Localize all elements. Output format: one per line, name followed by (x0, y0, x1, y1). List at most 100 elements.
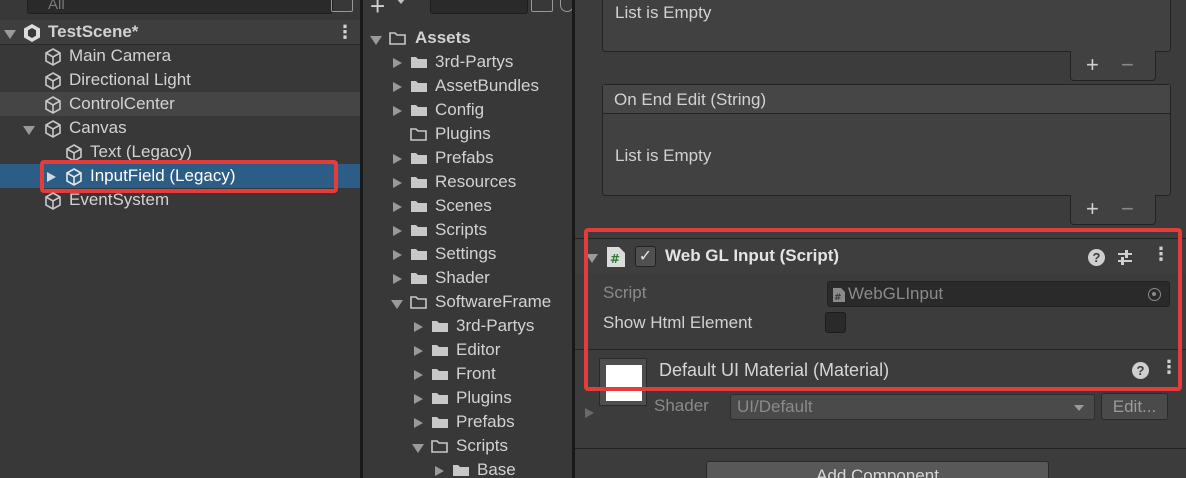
expand-arrow-icon[interactable] (414, 418, 423, 428)
hierarchy-filter-icon[interactable] (331, 0, 353, 12)
project-folder-row[interactable]: Resources (363, 170, 572, 194)
folder-label: 3rd-Partys (435, 52, 514, 71)
project-folder-row[interactable]: Plugins (363, 386, 572, 410)
folder-label: Shader (435, 268, 490, 287)
folder-label: Plugins (456, 388, 512, 407)
hierarchy-item[interactable]: Directional Light (0, 68, 360, 92)
remove-button[interactable]: − (1121, 196, 1134, 222)
expand-arrow-icon[interactable] (412, 444, 424, 453)
hierarchy-item-label: Directional Light (69, 70, 191, 89)
expand-arrow-icon[interactable] (391, 300, 403, 309)
divider (575, 448, 1186, 449)
hierarchy-item-label: Main Camera (69, 46, 172, 65)
project-folder-row[interactable]: Shader (363, 266, 572, 290)
expand-arrow-icon[interactable] (393, 58, 402, 68)
expand-arrow-icon[interactable] (370, 36, 382, 45)
folder-label: Assets (415, 28, 471, 47)
search-by-label-icon[interactable] (560, 0, 572, 12)
chevron-down-icon (1074, 405, 1084, 411)
expand-arrow-icon[interactable] (414, 370, 423, 380)
folder-open-icon (410, 296, 427, 309)
folder-label: Resources (435, 172, 517, 191)
add-asset-button[interactable]: + (370, 0, 385, 22)
project-folder-row[interactable]: Assets (363, 26, 572, 50)
hierarchy-item[interactable]: Canvas (0, 116, 360, 140)
inspector-panel: List is Empty + − On End Edit (String) L… (575, 0, 1186, 478)
project-search-input[interactable] (430, 0, 528, 14)
folder-label: Prefabs (435, 148, 494, 167)
add-button[interactable]: + (1086, 52, 1099, 78)
expand-arrow-icon[interactable] (414, 394, 423, 404)
hierarchy-item[interactable]: Main Camera (0, 44, 360, 68)
list-empty-text: List is Empty (615, 146, 712, 165)
folder-label: Scripts (435, 220, 487, 239)
on-end-edit-box: On End Edit (String) List is Empty (602, 84, 1171, 196)
shader-dropdown[interactable]: UI/Default (730, 394, 1095, 420)
folder-icon (411, 105, 427, 116)
project-folder-row[interactable]: Plugins (363, 122, 572, 146)
project-folder-row[interactable]: 3rd-Partys (363, 50, 572, 74)
project-folder-row[interactable]: Settings (363, 242, 572, 266)
search-by-type-icon[interactable] (531, 0, 553, 12)
search-placeholder: All (48, 0, 65, 13)
project-folder-row[interactable]: Config (363, 98, 572, 122)
folder-icon (453, 465, 469, 476)
project-folder-row[interactable]: Prefabs (363, 146, 572, 170)
folder-label: Prefabs (456, 412, 515, 431)
project-folder-row[interactable]: Base (363, 458, 572, 478)
folder-label: Scenes (435, 196, 492, 215)
folder-label: AssetBundles (435, 76, 539, 95)
expand-arrow-icon[interactable] (585, 408, 594, 418)
chevron-down-icon[interactable] (396, 0, 406, 4)
remove-button[interactable]: − (1121, 52, 1134, 78)
on-end-edit-header: On End Edit (String) (603, 85, 1170, 114)
gameobject-cube-icon (45, 120, 61, 138)
expand-arrow-icon[interactable] (393, 226, 402, 236)
expand-arrow-icon[interactable] (393, 154, 402, 164)
folder-label: Scripts (456, 436, 508, 455)
expand-arrow-icon[interactable] (435, 466, 444, 476)
hierarchy-item-label: Canvas (69, 118, 127, 137)
expand-arrow-icon[interactable] (414, 322, 423, 332)
hierarchy-item[interactable]: EventSystem (0, 188, 360, 212)
project-folder-row[interactable]: Scripts (363, 218, 572, 242)
shader-label: Shader (654, 396, 709, 415)
add-component-button[interactable]: Add Component (706, 461, 1049, 478)
hierarchy-item[interactable]: ControlCenter (0, 92, 360, 116)
hierarchy-search-input[interactable]: All (27, 0, 333, 14)
project-folder-row[interactable]: Editor (363, 338, 572, 362)
expand-arrow-icon[interactable] (23, 126, 35, 135)
project-folder-row[interactable]: 3rd-Partys (363, 314, 572, 338)
expand-arrow-icon[interactable] (393, 82, 402, 92)
project-panel: + Assets 3rd-Partys AssetBundles Config Plu… (363, 0, 572, 478)
expand-arrow-icon[interactable] (393, 274, 402, 284)
hierarchy-item-label: ControlCenter (69, 94, 175, 113)
folder-open-icon (389, 32, 406, 45)
add-remove-control: + − (1070, 195, 1156, 225)
folder-label: SoftwareFrame (435, 292, 552, 311)
folder-icon (432, 345, 448, 356)
expand-arrow-icon[interactable] (393, 250, 402, 260)
add-remove-control: + − (1070, 51, 1156, 81)
shader-edit-button[interactable]: Edit... (1101, 393, 1168, 420)
project-folder-row[interactable]: Scenes (363, 194, 572, 218)
expand-arrow-icon[interactable] (414, 346, 423, 356)
project-folder-row[interactable]: AssetBundles (363, 74, 572, 98)
folder-label: Base (477, 460, 516, 478)
project-folder-row[interactable]: Scripts (363, 434, 572, 458)
folder-open-icon (431, 440, 448, 453)
folder-icon (432, 417, 448, 428)
scene-header-row[interactable]: TestScene* ⋮ (0, 20, 360, 45)
folder-icon (411, 273, 427, 284)
expand-arrow-icon[interactable] (4, 30, 16, 39)
expand-arrow-icon[interactable] (393, 106, 402, 116)
project-folder-row[interactable]: Front (363, 362, 572, 386)
expand-arrow-icon[interactable] (393, 202, 402, 212)
add-button[interactable]: + (1086, 196, 1099, 222)
more-options-icon[interactable]: ⋮ (336, 20, 354, 44)
expand-arrow-icon[interactable] (393, 178, 402, 188)
project-folder-row[interactable]: SoftwareFrame (363, 290, 572, 314)
folder-label: Config (435, 100, 485, 119)
project-folder-row[interactable]: Prefabs (363, 410, 572, 434)
folder-icon (411, 81, 427, 92)
